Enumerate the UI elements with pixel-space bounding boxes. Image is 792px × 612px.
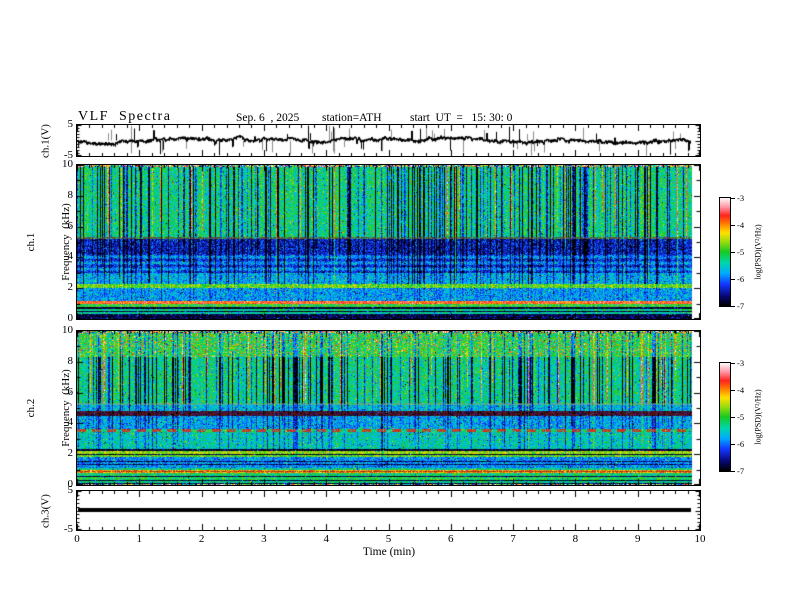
colorbar-tick-label: -6 [737,439,745,449]
colorbar-tick [730,225,735,226]
vlf-spectra-figure: VLF Spectra Sep. 6 , 2025 station=ATH st… [0,0,792,612]
ch1-freq-tick-label: 6 [67,219,74,232]
time-tick-label: 5 [385,533,392,545]
colorbar-tick-label: -3 [737,193,745,203]
colorbar-tick [730,390,735,391]
colorbar-tick [730,417,735,418]
ch3-waveform-canvas [77,491,700,530]
time-tick-label: 10 [694,533,706,545]
colorbar-ch1-canvas [720,198,730,306]
colorbar-tick-label: -5 [737,247,745,257]
colorbar-tick-label: -3 [737,358,745,368]
time-tick-label: 4 [323,533,329,545]
ch2-frequency-axis-label: ch.2 Frequency (kHz) [3,369,95,447]
header-date: Sep. 6 , 2025 [236,112,300,124]
spectrogram-ch2 [76,330,701,486]
colorbar-tick-label: -7 [737,466,745,476]
ch2-spectrogram-canvas [77,331,700,485]
colorbar-tick [730,306,735,307]
ch1-freq-tick-label: 0 [67,312,74,324]
header-start-time: start UT = 15: 30: 0 [410,112,513,124]
ch3-volt-tick-label: -5 [63,523,73,535]
time-tick-label: 8 [572,533,579,545]
colorbar-tick [730,198,735,199]
colorbar-tick-label: -5 [737,412,745,422]
ch1-freq-tick-label: 8 [67,188,74,201]
spectrogram-ch1 [76,164,701,320]
figure-title: VLF Spectra [78,109,172,124]
ch1-waveform-canvas [77,125,700,156]
colorbar-ch2-label: log(PSD)(V²/Hz) [753,389,763,445]
panel-ch1-voltage [76,124,701,157]
colorbar-tick-label: -7 [737,301,745,311]
ch1-freq-tick-label: 10 [62,158,73,170]
time-tick-label: 6 [448,533,454,545]
ch1-axis-label-line2: Frequency (kHz) [59,203,72,281]
colorbar-tick [730,471,735,472]
ch1-axis-label-line1: ch.1 [25,232,37,252]
time-tick-label: 7 [510,533,516,545]
colorbar-ch2-canvas [720,363,730,471]
ch1-freq-tick-label: 2 [67,281,74,294]
colorbar-tick-label: -4 [737,220,745,230]
ch2-axis-label-line1: ch.2 [25,398,37,418]
colorbar-tick [730,279,735,280]
ch2-freq-tick-label: 4 [67,416,74,429]
ch2-freq-tick-label: 2 [67,447,74,460]
ch2-axis-label-line2: Frequency (kHz) [59,369,72,447]
colorbar-ch1-label: log(PSD)(V²/Hz) [753,224,763,280]
ch1-spectrogram-canvas [77,165,700,319]
ch2-freq-tick-label: 10 [62,324,73,336]
header-station: station=ATH [322,112,382,124]
panel-ch3-voltage [76,490,701,531]
ch2-freq-tick-label: 0 [67,478,74,490]
ch1-frequency-axis-label: ch.1 Frequency (kHz) [3,203,95,281]
ch1-freq-tick-label: 4 [67,250,74,263]
time-tick-label: 9 [634,533,641,545]
time-tick-label: 1 [136,533,143,545]
time-tick-label: 2 [198,533,205,545]
ch2-freq-tick-label: 6 [67,385,74,398]
colorbar-tick [730,252,735,253]
time-tick-label: 3 [261,533,267,545]
ch1-volt-tick-label: 5 [67,118,74,130]
colorbar-tick [730,444,735,445]
colorbar-tick-label: -6 [737,274,745,284]
time-axis-title: Time (min) [362,546,416,558]
colorbar-tick-label: -4 [737,385,745,395]
colorbar-tick [730,363,735,364]
ch2-freq-tick-label: 8 [67,354,74,367]
